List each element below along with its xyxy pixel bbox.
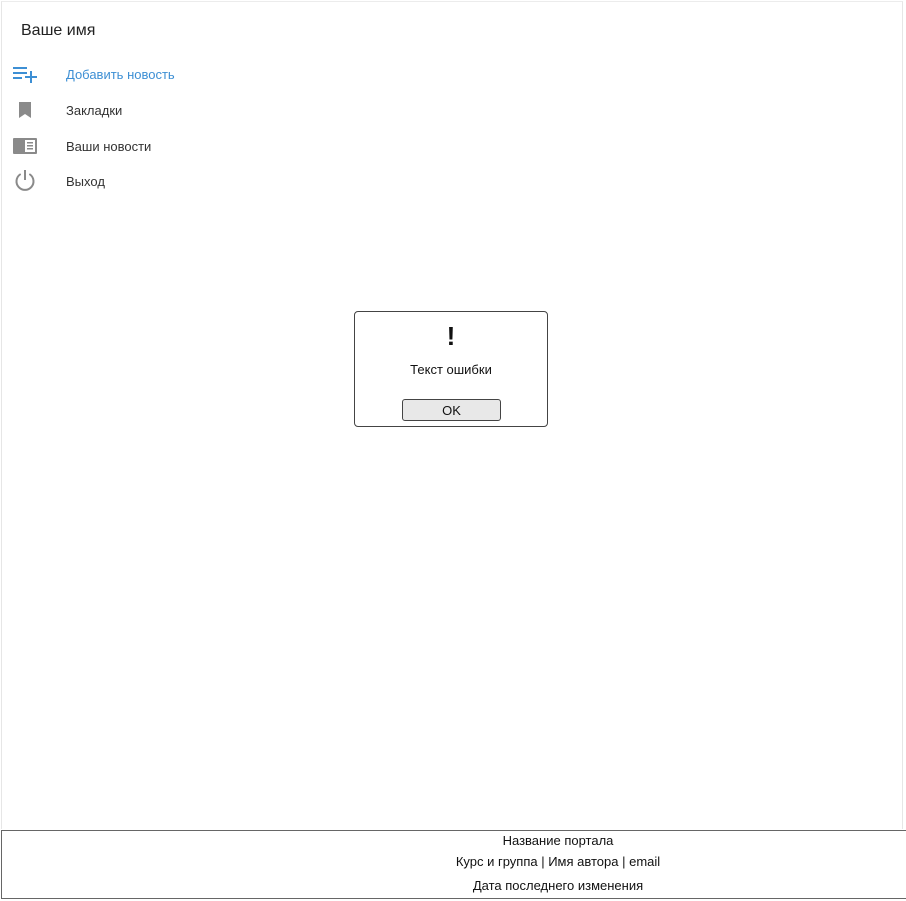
menu-item-add-news[interactable]: Добавить новость <box>12 59 252 89</box>
menu-item-label: Добавить новость <box>66 66 175 82</box>
menu-item-label: Ваши новости <box>66 138 152 154</box>
exclamation-icon: ! <box>446 321 456 351</box>
menu-item-logout[interactable]: Выход <box>12 166 252 196</box>
portal-name: Название портала <box>502 833 614 848</box>
error-dialog: ! Текст ошибки OK <box>354 311 548 427</box>
user-name: Ваше имя <box>21 22 96 39</box>
author-info: Курс и группа | Имя автора | email <box>455 854 661 869</box>
last-modified: Дата последнего изменения <box>472 878 644 893</box>
menu-item-label: Выход <box>66 173 105 189</box>
playlist-add-icon <box>12 61 38 87</box>
menu-item-your-news[interactable]: Ваши новости <box>12 131 252 161</box>
bookmark-icon <box>12 97 38 123</box>
ok-button[interactable]: OK <box>402 399 501 421</box>
menu-item-bookmarks[interactable]: Закладки <box>12 95 252 125</box>
power-icon <box>12 168 38 194</box>
error-message: Текст ошибки <box>410 362 492 377</box>
menu-item-label: Закладки <box>66 102 123 118</box>
footer: Название портала Курс и группа | Имя авт… <box>1 830 906 899</box>
news-icon <box>12 133 38 159</box>
